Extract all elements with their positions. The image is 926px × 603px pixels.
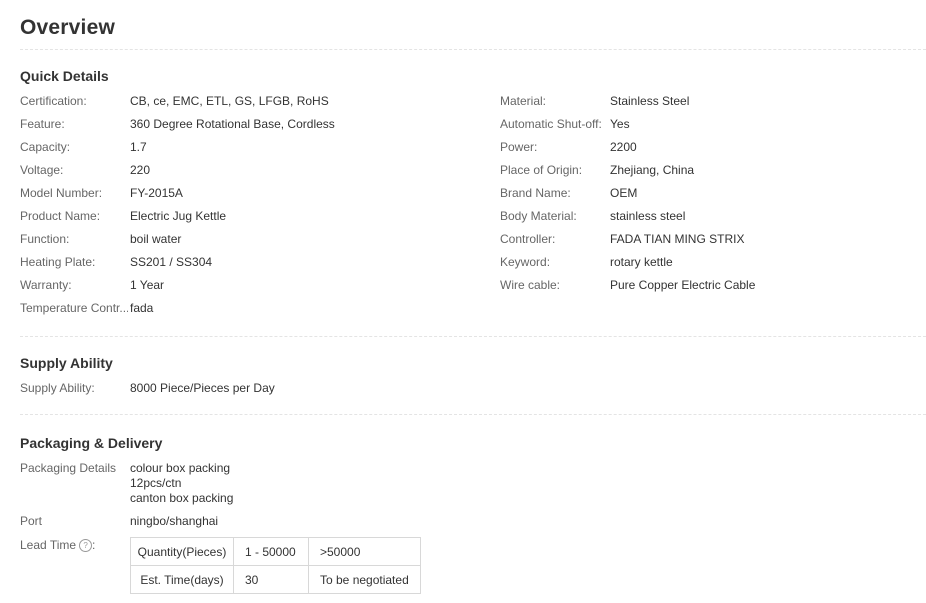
port-value: ningbo/shanghai [130,514,219,528]
detail-value: 1.7 [130,140,147,154]
detail-value: Electric Jug Kettle [130,209,227,223]
detail-value: Zhejiang, China [610,163,695,177]
supply-ability-key: Supply Ability: [20,381,95,395]
detail-key: Body Material: [500,209,577,223]
detail-value: SS201 / SS304 [130,255,213,269]
detail-key: Feature: [20,117,65,131]
table-cell: 30 [233,565,309,594]
detail-key: Voltage: [20,163,64,177]
detail-key: Model Number: [20,186,103,200]
divider [20,414,926,415]
detail-key: Place of Origin: [500,163,583,177]
divider [20,336,926,337]
detail-key: Wire cable: [500,278,561,292]
supply-ability-value: 8000 Piece/Pieces per Day [130,381,275,395]
detail-key: Brand Name: [500,186,571,200]
lead-time-colon: : [92,538,96,552]
packaging-line: colour box packing [130,461,231,475]
detail-value: Pure Copper Electric Cable [610,278,756,292]
detail-value: OEM [610,186,638,200]
overview-title: Overview [20,16,115,39]
detail-value: stainless steel [610,209,686,223]
detail-value: CB, ce, EMC, ETL, GS, LFGB, RoHS [130,94,329,108]
table-cell: Est. Time(days) [130,565,234,594]
detail-key: Function: [20,232,70,246]
detail-key: Automatic Shut-off: [500,117,602,131]
lead-time-key: Lead Time?: [20,538,128,553]
detail-value: Stainless Steel [610,94,690,108]
detail-key: Capacity: [20,140,71,154]
packaging-line: 12pcs/ctn [130,476,182,490]
table-cell: >50000 [308,537,421,566]
detail-value: 360 Degree Rotational Base, Cordless [130,117,335,131]
detail-key: Keyword: [500,255,551,269]
detail-value: 220 [130,163,151,177]
help-icon[interactable]: ? [79,539,93,553]
packaging-details-value: colour box packing 12pcs/ctn canton box … [130,461,233,506]
detail-value: FADA TIAN MING STRIX [610,232,745,246]
lead-time-table: Quantity(Pieces) 1 - 50000 >50000 Est. T… [130,537,421,594]
detail-value: boil water [130,232,182,246]
detail-key: Warranty: [20,278,72,292]
supply-ability-title: Supply Ability [20,355,113,371]
lead-time-label: Lead Time [20,538,77,552]
detail-key: Material: [500,94,547,108]
detail-value: 1 Year [130,278,165,292]
detail-key: Power: [500,140,538,154]
packaging-details-key: Packaging Details [20,461,117,475]
detail-key: Heating Plate: [20,255,96,269]
detail-value: fada [130,301,154,315]
detail-key: Product Name: [20,209,101,223]
detail-key: Temperature Contr... [20,301,128,315]
port-key: Port [20,514,43,528]
table-cell: 1 - 50000 [233,537,309,566]
table-cell: Quantity(Pieces) [130,537,234,566]
detail-key: Certification: [20,94,87,108]
packaging-title: Packaging & Delivery [20,435,163,451]
packaging-line: canton box packing [130,491,234,505]
detail-value: 2200 [610,140,637,154]
table-cell: To be negotiated [308,565,421,594]
detail-value: rotary kettle [610,255,673,269]
table-row: Est. Time(days) 30 To be negotiated [130,565,421,594]
quick-details-title: Quick Details [20,68,109,84]
table-row: Quantity(Pieces) 1 - 50000 >50000 [130,537,421,566]
detail-value: FY-2015A [130,186,183,200]
detail-value: Yes [610,117,630,131]
divider [20,49,926,50]
detail-key: Controller: [500,232,556,246]
